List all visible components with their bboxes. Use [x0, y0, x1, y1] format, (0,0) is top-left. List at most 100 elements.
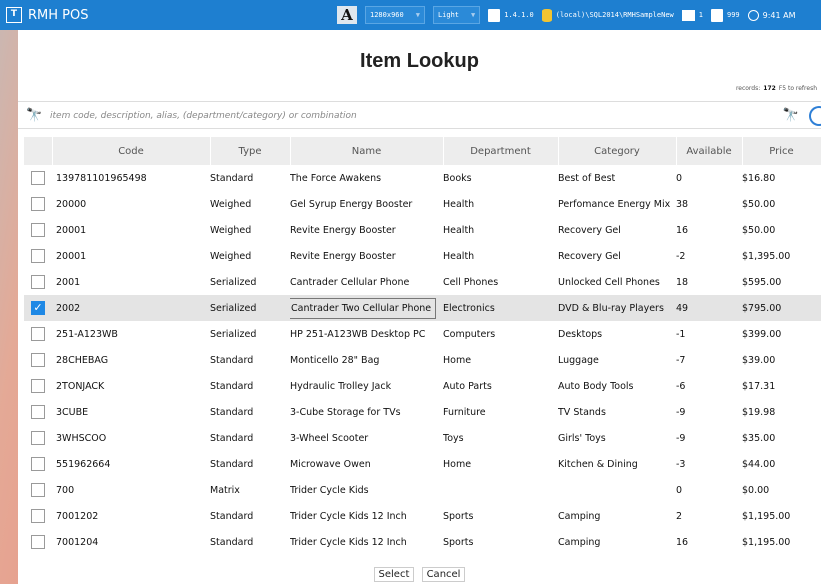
cell-code: 251-A123WB: [52, 321, 210, 347]
cancel-button[interactable]: Cancel: [421, 567, 466, 582]
cell-name-text: Hydraulic Trolley Jack: [290, 380, 392, 392]
font-size-icon[interactable]: A: [337, 6, 357, 24]
cell-available-text: -7: [676, 354, 686, 366]
cell-category: Camping: [558, 529, 676, 555]
row-checkbox[interactable]: [31, 483, 45, 497]
cell-price: $16.80: [742, 165, 821, 191]
cell-category: Best of Best: [558, 165, 676, 191]
row-checkbox[interactable]: [31, 327, 45, 341]
cell-name-text: 3-Cube Storage for TVs: [290, 406, 401, 418]
table-row[interactable]: 2TONJACK Standard Hydraulic Trolley Jack Au…: [24, 373, 821, 399]
cell-available: 18: [676, 269, 742, 295]
column-header-available[interactable]: Available: [676, 137, 743, 165]
search-input[interactable]: [48, 106, 672, 126]
cell-type: Weighed: [210, 217, 290, 243]
row-checkbox-cell: [24, 373, 52, 399]
cell-category: Luggage: [558, 347, 676, 373]
register-info: 1: [681, 9, 703, 21]
cell-name-text: HP 251-A123WB Desktop PC: [290, 328, 426, 340]
select-button[interactable]: Select: [373, 567, 415, 582]
cell-type-text: Standard: [210, 432, 254, 444]
table-row[interactable]: 20001 Weighed Revite Energy Booster Health R…: [24, 243, 821, 269]
cell-code-text: 700: [56, 484, 75, 496]
table-row[interactable]: 7001204 Standard Trider Cycle Kids 12 Inch…: [24, 529, 821, 555]
table-row[interactable]: 2001 Serialized Cantrader Cellular Phone Ce…: [24, 269, 821, 295]
row-checkbox[interactable]: ✓: [31, 301, 45, 315]
cell-name-text: The Force Awakens: [290, 172, 382, 184]
column-header-code[interactable]: Code: [52, 137, 211, 165]
row-checkbox[interactable]: [31, 275, 45, 289]
search-icon[interactable]: 🔭: [783, 108, 799, 123]
cell-available: -3: [676, 451, 742, 477]
database-icon: [541, 8, 552, 22]
cell-price: $1,195.00: [742, 529, 821, 555]
cell-name: Trider Cycle Kids: [290, 477, 443, 503]
cell-available-text: -2: [676, 250, 686, 262]
cell-name-text: 3-Wheel Scooter: [290, 432, 369, 444]
row-checkbox[interactable]: [31, 457, 45, 471]
row-checkbox[interactable]: [31, 405, 45, 419]
resolution-dropdown[interactable]: 1280x960 ▼: [365, 6, 425, 24]
table-row[interactable]: ✓ 2002 Serialized Cantrader Two Cellular Ph…: [24, 295, 821, 321]
cell-type-text: Weighed: [210, 198, 252, 210]
theme-dropdown[interactable]: Light ▼: [432, 6, 481, 24]
table-row[interactable]: 3CUBE Standard 3-Cube Storage for TVs Furni…: [24, 399, 821, 425]
cell-department-text: Books: [443, 172, 472, 184]
row-checkbox-cell: [24, 243, 52, 269]
table-row[interactable]: 20001 Weighed Revite Energy Booster Health R…: [24, 217, 821, 243]
cell-type-text: Standard: [210, 458, 254, 470]
column-header-price[interactable]: Price: [742, 137, 821, 165]
cell-department-text: Sports: [443, 510, 474, 522]
cell-available: 0: [676, 477, 742, 503]
cell-name-text: Microwave Owen: [290, 458, 371, 470]
cell-code: 20000: [52, 191, 210, 217]
column-header-category[interactable]: Category: [558, 137, 677, 165]
cell-category-text: Camping: [558, 510, 601, 522]
cell-price: $50.00: [742, 217, 821, 243]
cell-category: Girls' Toys: [558, 425, 676, 451]
column-header-type[interactable]: Type: [210, 137, 291, 165]
cell-available-text: 16: [676, 224, 689, 236]
cell-category-text: Recovery Gel: [558, 224, 621, 236]
cell-department: Health: [443, 191, 558, 217]
cell-category-text: Recovery Gel: [558, 250, 621, 262]
table-row[interactable]: 20000 Weighed Gel Syrup Energy Booster Heal…: [24, 191, 821, 217]
cell-code-text: 7001204: [56, 536, 99, 548]
table-row[interactable]: 3WHSCOO Standard 3-Wheel Scooter Toys Girls'…: [24, 425, 821, 451]
row-checkbox-cell: [24, 399, 52, 425]
cell-name: Trider Cycle Kids 12 Inch: [290, 503, 443, 529]
row-checkbox[interactable]: [31, 197, 45, 211]
cell-type: Standard: [210, 503, 290, 529]
row-checkbox[interactable]: [31, 249, 45, 263]
row-checkbox[interactable]: [31, 509, 45, 523]
cell-department-text: Computers: [443, 328, 496, 340]
row-checkbox[interactable]: [31, 535, 45, 549]
table-row[interactable]: 551962664 Standard Microwave Owen Home Kitch…: [24, 451, 821, 477]
table-row[interactable]: 700 Matrix Trider Cycle Kids 0 $0.00: [24, 477, 821, 503]
cell-available: 38: [676, 191, 742, 217]
table-row[interactable]: 28CHEBAG Standard Monticello 28" Bag Home Lu…: [24, 347, 821, 373]
cell-code: 2001: [52, 269, 210, 295]
cell-name-text: Cantrader Cellular Phone: [290, 276, 410, 288]
row-checkbox-cell: [24, 321, 52, 347]
column-header-department[interactable]: Department: [443, 137, 559, 165]
column-header-name[interactable]: Name: [290, 137, 444, 165]
cell-available: 16: [676, 217, 742, 243]
row-checkbox[interactable]: [31, 223, 45, 237]
cell-price-text: $19.98: [742, 406, 776, 418]
cell-available-text: -9: [676, 432, 686, 444]
cell-type: Serialized: [210, 269, 290, 295]
cell-price: $795.00: [742, 295, 821, 321]
table-row[interactable]: 139781101965498 Standard The Force Awakens…: [24, 165, 821, 191]
table-row[interactable]: 7001202 Standard Trider Cycle Kids 12 Inch…: [24, 503, 821, 529]
cell-type-text: Standard: [210, 380, 254, 392]
cell-code-text: 28CHEBAG: [56, 354, 109, 366]
table-row[interactable]: 251-A123WB Serialized HP 251-A123WB Deskto…: [24, 321, 821, 347]
cell-available: -9: [676, 425, 742, 451]
row-checkbox[interactable]: [31, 431, 45, 445]
refresh-icon[interactable]: [809, 106, 821, 126]
select-column-header: [24, 137, 53, 165]
row-checkbox[interactable]: [31, 171, 45, 185]
row-checkbox[interactable]: [31, 379, 45, 393]
row-checkbox[interactable]: [31, 353, 45, 367]
